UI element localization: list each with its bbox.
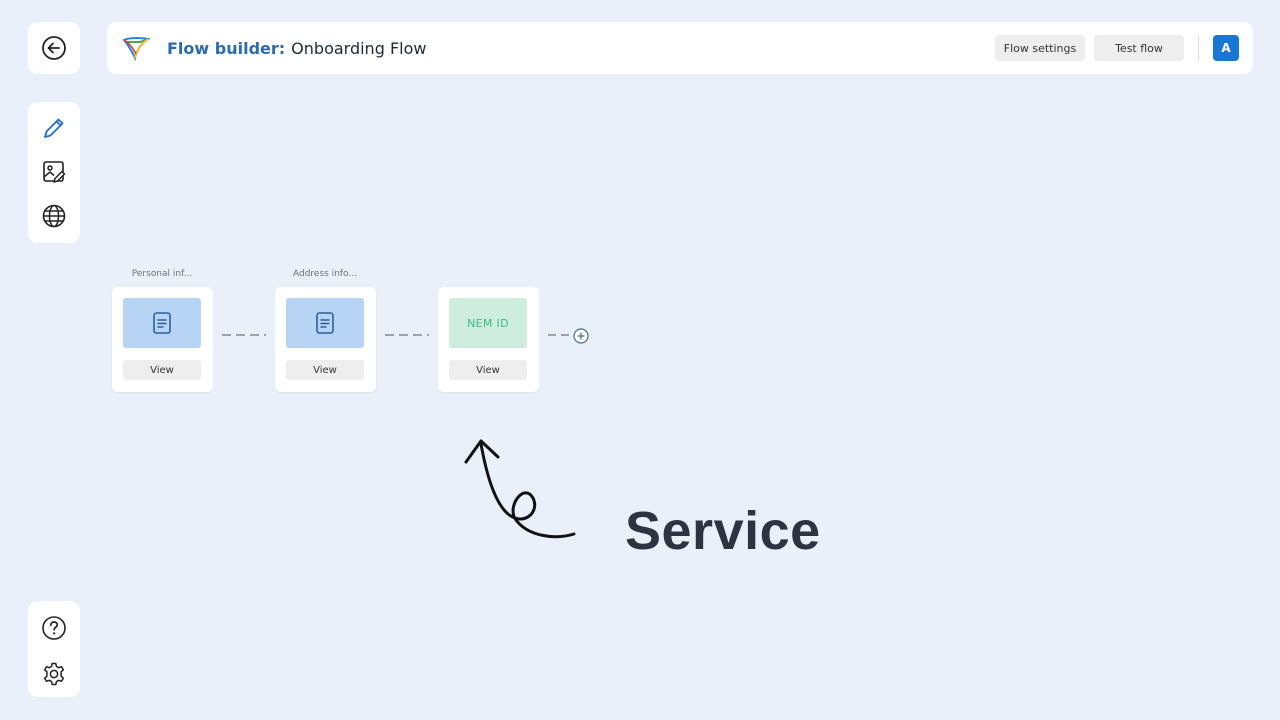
header-actions: Flow settings Test flow A <box>986 35 1239 61</box>
help-icon <box>42 616 66 640</box>
test-flow-button[interactable]: Test flow <box>1094 35 1184 61</box>
nem-id-thumbnail[interactable]: NEM ID <box>449 298 527 348</box>
flow-step-nem-id[interactable]: NEM ID View <box>438 287 539 392</box>
tools-panel <box>28 102 80 243</box>
document-icon <box>316 312 334 334</box>
globe-tool-button[interactable] <box>40 202 68 230</box>
step-label-address: Address info... <box>292 269 357 279</box>
globe-icon <box>42 204 66 228</box>
view-button[interactable]: View <box>286 360 364 380</box>
flow-settings-button[interactable]: Flow settings <box>995 35 1085 61</box>
page-title: Flow builder: Onboarding Flow <box>167 39 426 58</box>
annotation-text: Service <box>625 501 821 561</box>
header-bar: Flow builder: Onboarding Flow Flow settin… <box>107 22 1253 74</box>
step-label-personal: Personal inf... <box>131 269 193 279</box>
settings-button[interactable] <box>40 660 68 688</box>
help-panel <box>28 601 80 697</box>
back-arrow-icon <box>42 36 66 60</box>
step-connector <box>222 334 266 336</box>
header-divider <box>1198 35 1199 61</box>
plus-circle-icon[interactable] <box>573 328 589 344</box>
view-button[interactable]: View <box>123 360 201 380</box>
edit-tool-button[interactable] <box>40 114 68 142</box>
flow-step-address[interactable]: View <box>275 287 376 392</box>
flow-step-personal[interactable]: View <box>112 287 213 392</box>
flow-name: Onboarding Flow <box>291 38 427 58</box>
document-icon <box>153 312 171 334</box>
step-connector <box>385 334 429 336</box>
page-title-prefix: Flow builder: <box>167 38 286 58</box>
back-button[interactable] <box>40 34 68 62</box>
help-button[interactable] <box>40 614 68 642</box>
pencil-icon <box>44 118 64 138</box>
view-button[interactable]: View <box>449 360 527 380</box>
step-connector <box>548 334 572 336</box>
step-thumbnail[interactable] <box>286 298 364 348</box>
image-edit-icon <box>43 161 66 183</box>
step-thumbnail[interactable] <box>123 298 201 348</box>
image-tool-button[interactable] <box>40 158 68 186</box>
app-logo-icon <box>122 37 151 62</box>
hand-drawn-arrow-icon <box>464 439 576 539</box>
avatar[interactable]: A <box>1213 35 1239 61</box>
back-panel <box>28 22 80 74</box>
gear-icon <box>43 662 65 686</box>
